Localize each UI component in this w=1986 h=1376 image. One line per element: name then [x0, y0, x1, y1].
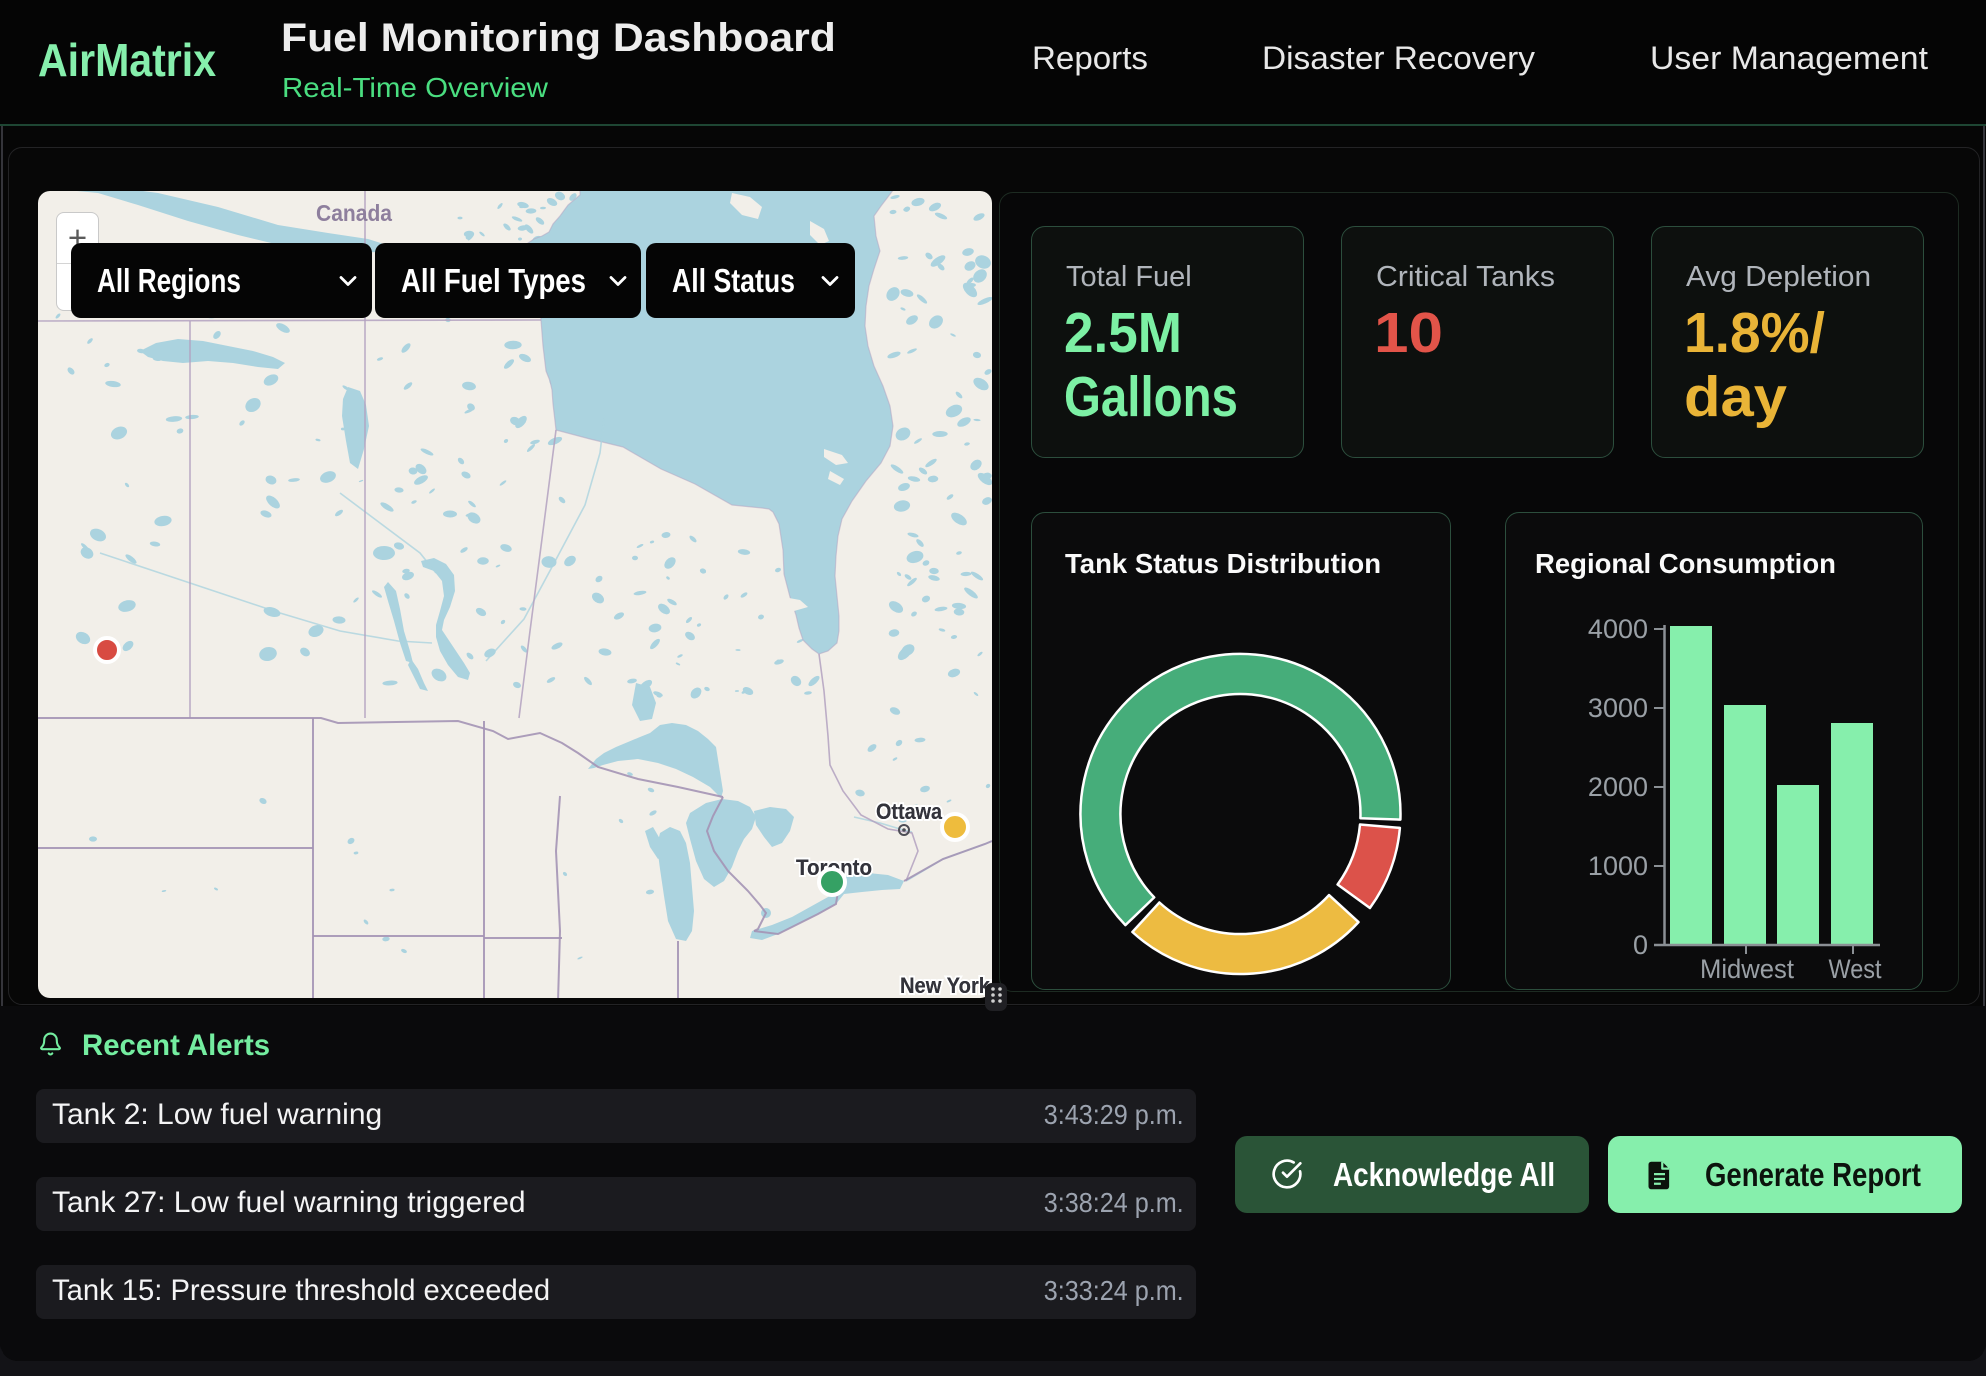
svg-text:West: West	[1829, 954, 1882, 984]
svg-text:4000: 4000	[1588, 614, 1648, 644]
svg-text:Canada: Canada	[316, 200, 392, 226]
svg-text:Midwest: Midwest	[1700, 954, 1794, 984]
svg-text:2000: 2000	[1588, 772, 1648, 802]
svg-text:0: 0	[1633, 930, 1648, 960]
svg-text:New York: New York	[900, 973, 991, 998]
svg-text:3000: 3000	[1588, 693, 1648, 723]
svg-text:Ottawa: Ottawa	[876, 799, 943, 824]
svg-text:1000: 1000	[1588, 851, 1648, 881]
